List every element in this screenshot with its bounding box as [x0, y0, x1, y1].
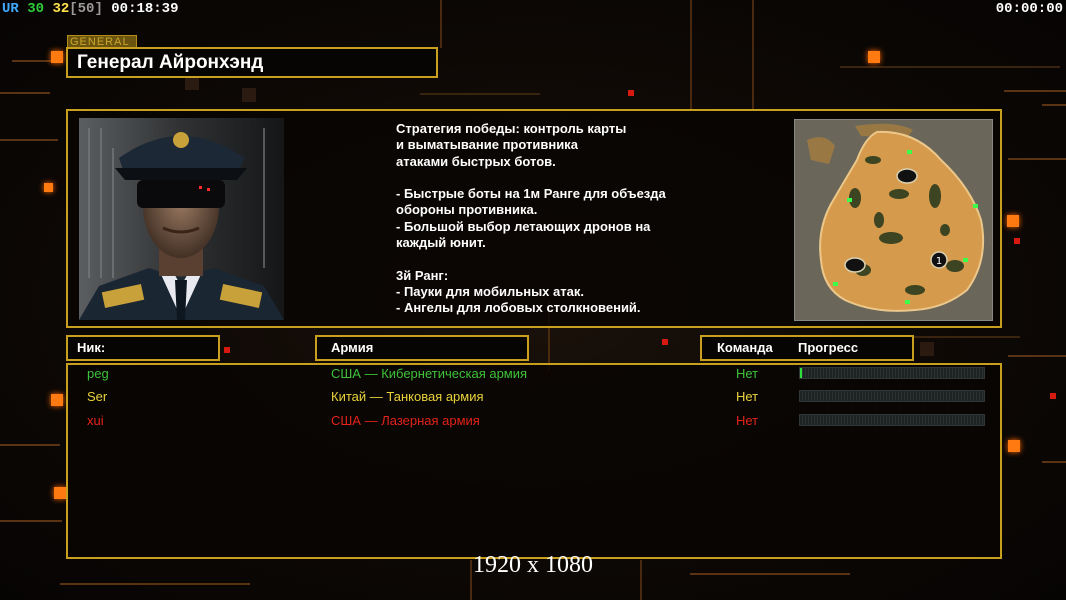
deco-line: [690, 0, 692, 110]
fps-value-b: 32: [52, 1, 70, 17]
fps-value-a: 30: [27, 1, 45, 17]
deco-line: [0, 139, 58, 141]
map-preview-icon: 1: [795, 120, 992, 320]
map-preview[interactable]: 1: [794, 119, 993, 321]
deco-line: [840, 66, 1060, 68]
loading-screen: UR 30 32[50] 00:18:39 00:00:00 GENERAL Г…: [0, 0, 1066, 600]
deco-square: [1014, 238, 1020, 244]
deco-line: [0, 444, 60, 446]
deco-line: [1004, 90, 1066, 92]
column-army: Армия: [315, 335, 529, 361]
deco-square: [51, 394, 63, 406]
deco-line: [60, 583, 250, 585]
deco-line: [440, 0, 442, 48]
fps-cap: [50]: [69, 1, 103, 17]
column-team-progress: Команда Прогресс: [700, 335, 914, 361]
column-progress: Прогресс: [798, 340, 859, 355]
player-army: Китай — Танковая армия: [331, 389, 484, 404]
fps-ur: UR: [2, 1, 19, 17]
player-army: США — Кибернетическая армия: [331, 366, 528, 381]
general-portrait: [79, 118, 284, 320]
deco-line: [752, 0, 754, 110]
player-nick: peg: [87, 366, 109, 381]
deco-square: [54, 487, 66, 499]
map-start-marker: 1: [936, 256, 942, 267]
deco-line: [0, 92, 50, 94]
player-progress-bar: [799, 367, 985, 379]
deco-line: [1008, 158, 1066, 160]
player-team: Нет: [736, 413, 759, 428]
player-nick: xui: [87, 413, 104, 428]
resolution-label: 1920 x 1080: [473, 552, 593, 578]
deco-line: [12, 60, 52, 62]
deco-square: [185, 76, 199, 90]
deco-square: [1008, 440, 1020, 452]
player-progress-fill: [800, 368, 802, 378]
deco-square: [51, 51, 63, 63]
deco-square: [242, 88, 256, 102]
deco-square: [1050, 393, 1056, 399]
deco-line: [0, 520, 62, 522]
deco-line: [1008, 355, 1066, 357]
timer-right: 00:00:00: [995, 1, 1063, 17]
deco-square: [628, 90, 634, 96]
deco-line: [1042, 461, 1066, 463]
player-team: Нет: [736, 366, 759, 381]
general-name: Генерал Айронхэнд: [66, 47, 438, 78]
deco-square: [868, 51, 880, 63]
deco-square: [44, 183, 53, 192]
general-portrait-icon: [79, 118, 284, 320]
player-progress-bar: [799, 414, 985, 426]
player-progress-bar: [799, 390, 985, 402]
player-nick: Ser: [87, 389, 108, 404]
column-nick: Ник:: [66, 335, 220, 361]
deco-line: [420, 93, 540, 95]
player-army: США — Лазерная армия: [331, 413, 480, 428]
general-description: Стратегия победы: контроль карты и вымат…: [396, 121, 666, 316]
game-time: 00:18:39: [111, 1, 179, 17]
deco-line: [1042, 104, 1066, 106]
deco-square: [224, 347, 230, 353]
deco-square: [1007, 215, 1019, 227]
player-team: Нет: [736, 389, 759, 404]
deco-square: [920, 342, 934, 356]
column-team: Команда: [717, 340, 773, 355]
deco-square: [662, 339, 668, 345]
fps-counter: UR 30 32[50] 00:18:39: [2, 1, 178, 17]
